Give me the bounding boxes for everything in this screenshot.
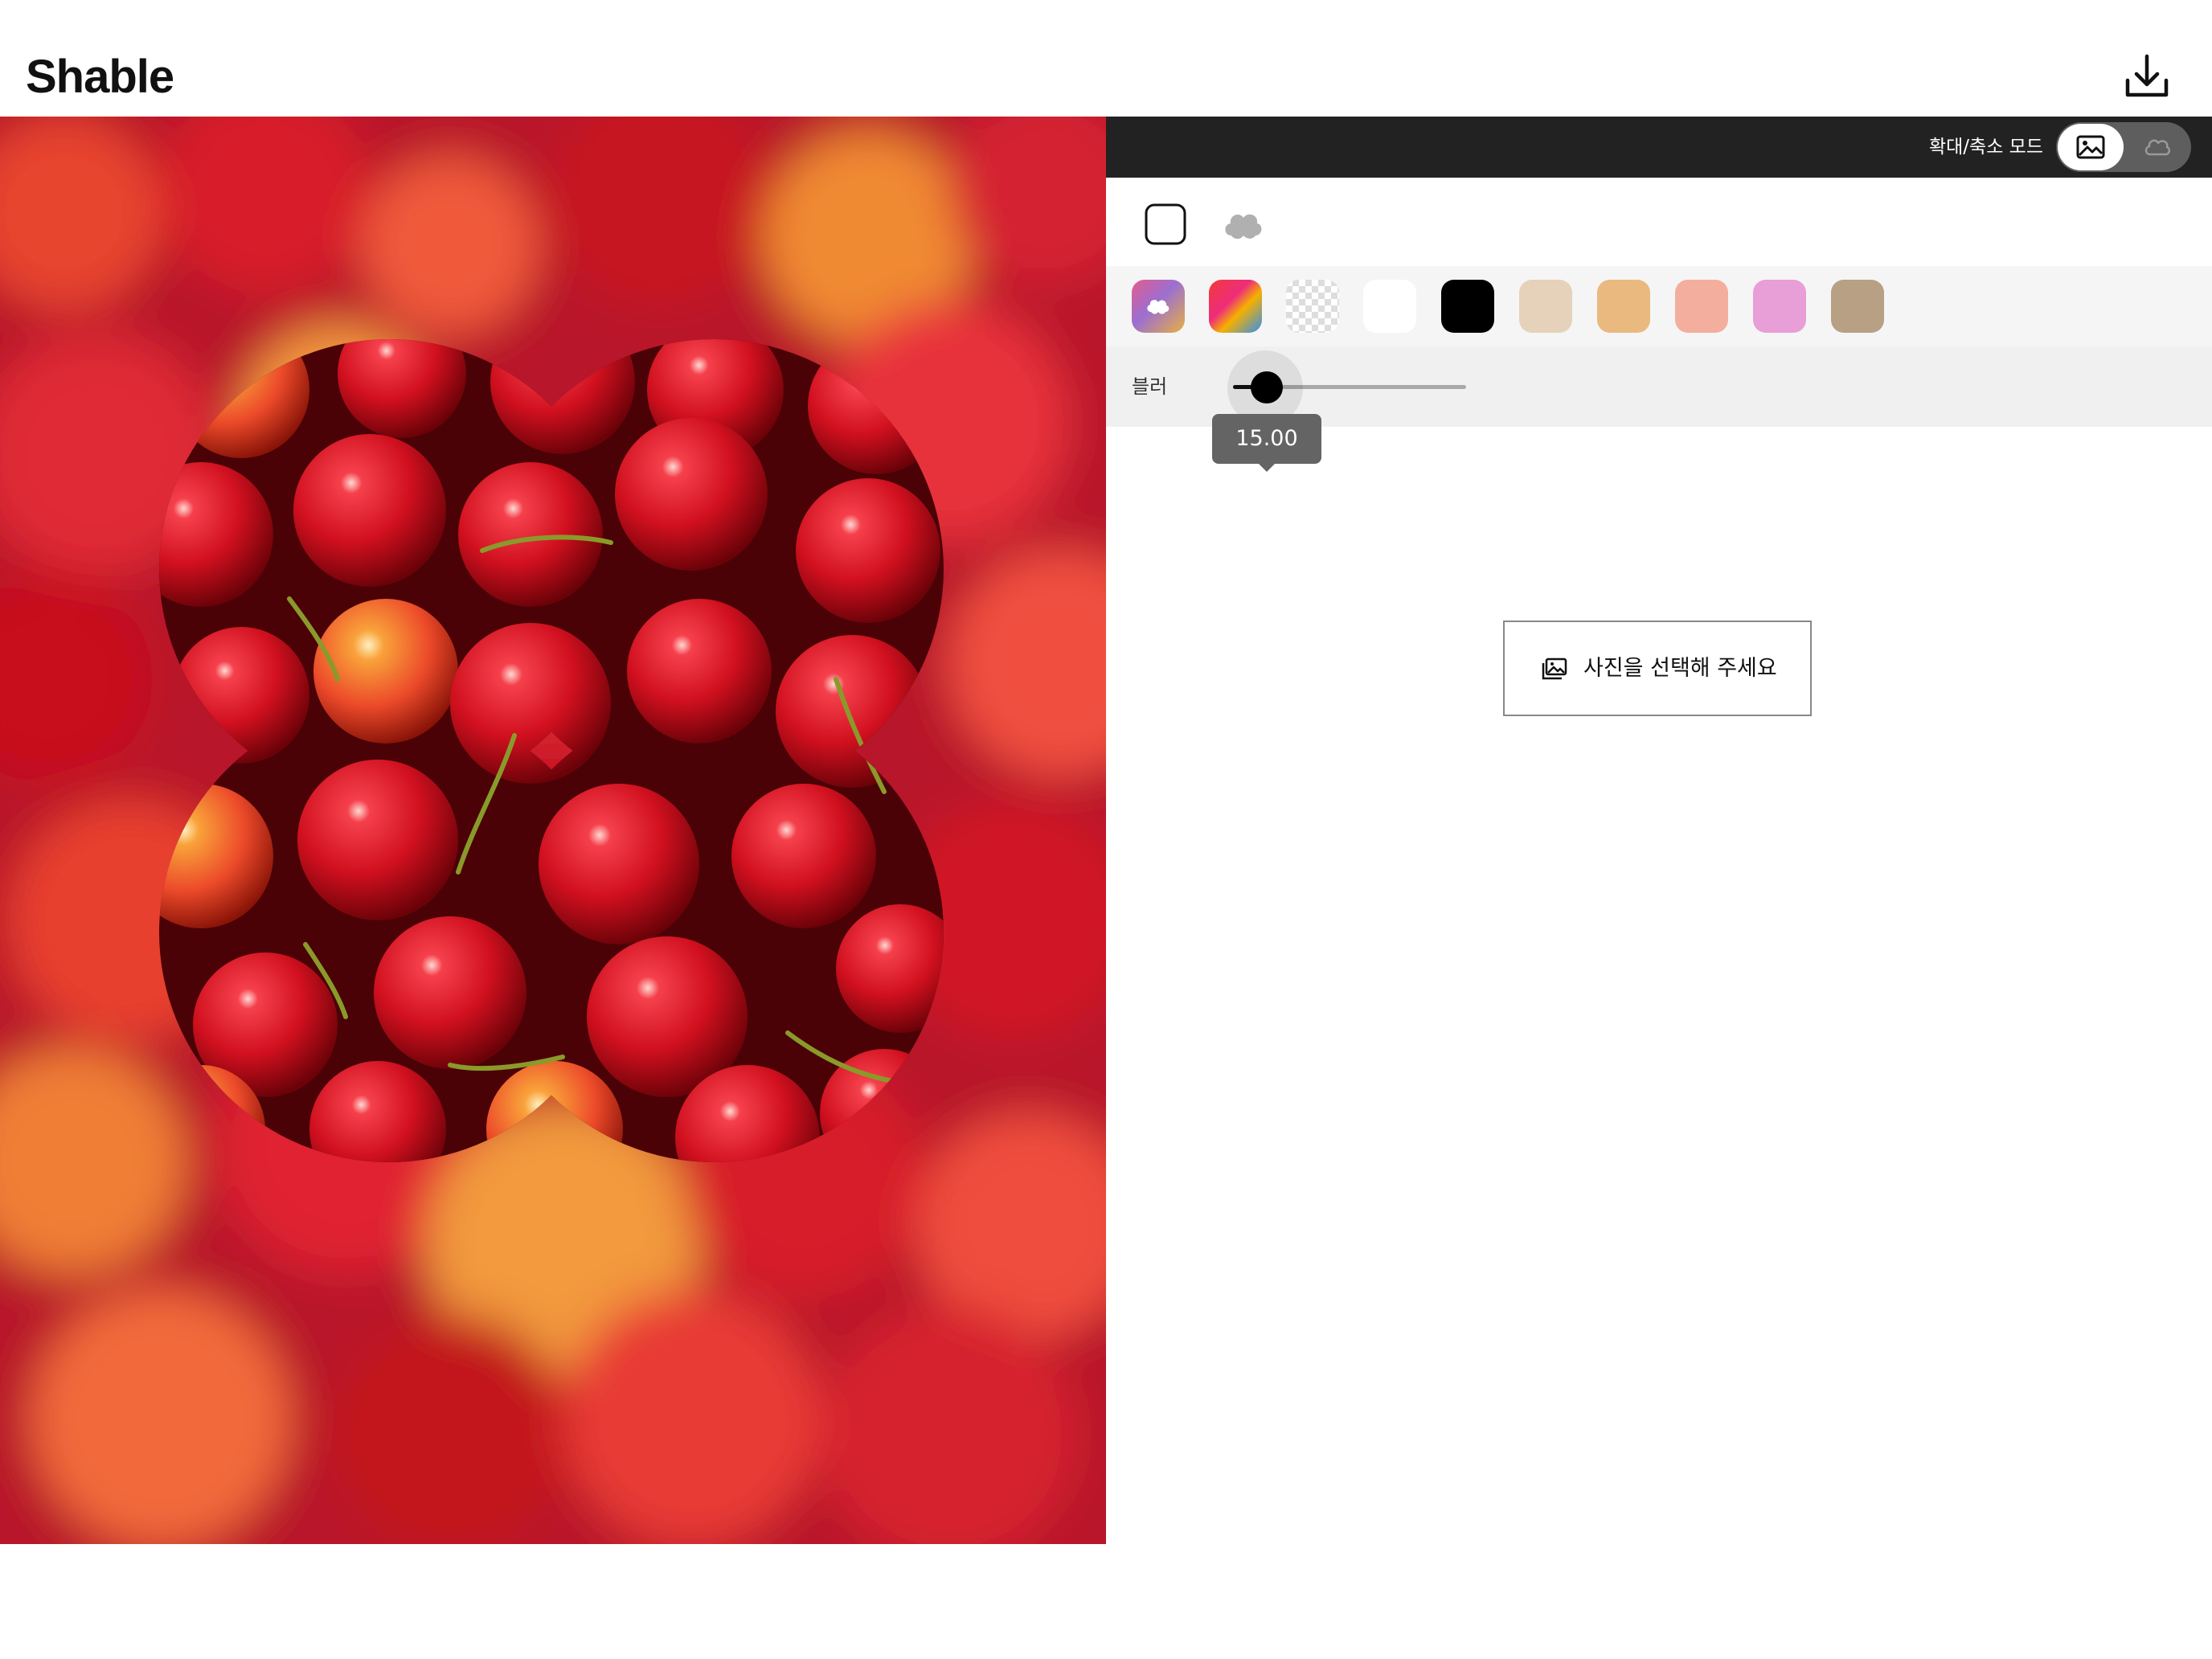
- rounded-square-icon[interactable]: [1143, 202, 1188, 247]
- select-photo-button[interactable]: 사진을 선택해 주세요: [1503, 621, 1812, 716]
- blur-label: 블러: [1132, 375, 1168, 398]
- swatch-multicolor[interactable]: [1209, 280, 1262, 333]
- mode-bar: 확대/축소 모드: [1106, 117, 2212, 178]
- cloud-icon[interactable]: [2143, 135, 2172, 159]
- download-button[interactable]: [2120, 53, 2173, 101]
- swatch-brown[interactable]: [1831, 280, 1884, 333]
- tooltip-arrow: [1257, 462, 1276, 472]
- editor-panel: 확대/축소 모드 블러 15.00 사진을 선택해 주세요: [1106, 117, 2212, 1659]
- color-palette: [1106, 266, 2212, 346]
- zoom-mode-toggle[interactable]: [2056, 122, 2191, 172]
- canvas-svg: [0, 117, 1106, 1544]
- photo-canvas[interactable]: [0, 117, 1106, 1544]
- shape-selector: [1106, 178, 2212, 266]
- swatch-black[interactable]: [1441, 280, 1494, 333]
- swatch-white[interactable]: [1363, 280, 1416, 333]
- cloud-icon: [1147, 300, 1169, 314]
- zoom-mode-label: 확대/축소 모드: [1928, 137, 2043, 158]
- select-photo-label: 사진을 선택해 주세요: [1583, 656, 1777, 681]
- cloud-shape-icon[interactable]: [1220, 202, 1265, 247]
- download-icon: [2125, 54, 2169, 97]
- image-icon[interactable]: [2076, 135, 2105, 159]
- blur-value-tooltip: 15.00: [1212, 414, 1321, 464]
- photo-icon: [1542, 657, 1567, 680]
- swatch-orange[interactable]: [1597, 280, 1650, 333]
- blur-slider-thumb[interactable]: [1251, 371, 1283, 403]
- app-header: Shable: [0, 0, 2212, 117]
- swatch-photo-background[interactable]: [1132, 280, 1185, 333]
- swatch-beige[interactable]: [1519, 280, 1572, 333]
- swatch-transparent[interactable]: [1286, 280, 1339, 333]
- app-logo: Shable: [26, 51, 174, 103]
- swatch-pink[interactable]: [1753, 280, 1806, 333]
- swatch-salmon[interactable]: [1675, 280, 1728, 333]
